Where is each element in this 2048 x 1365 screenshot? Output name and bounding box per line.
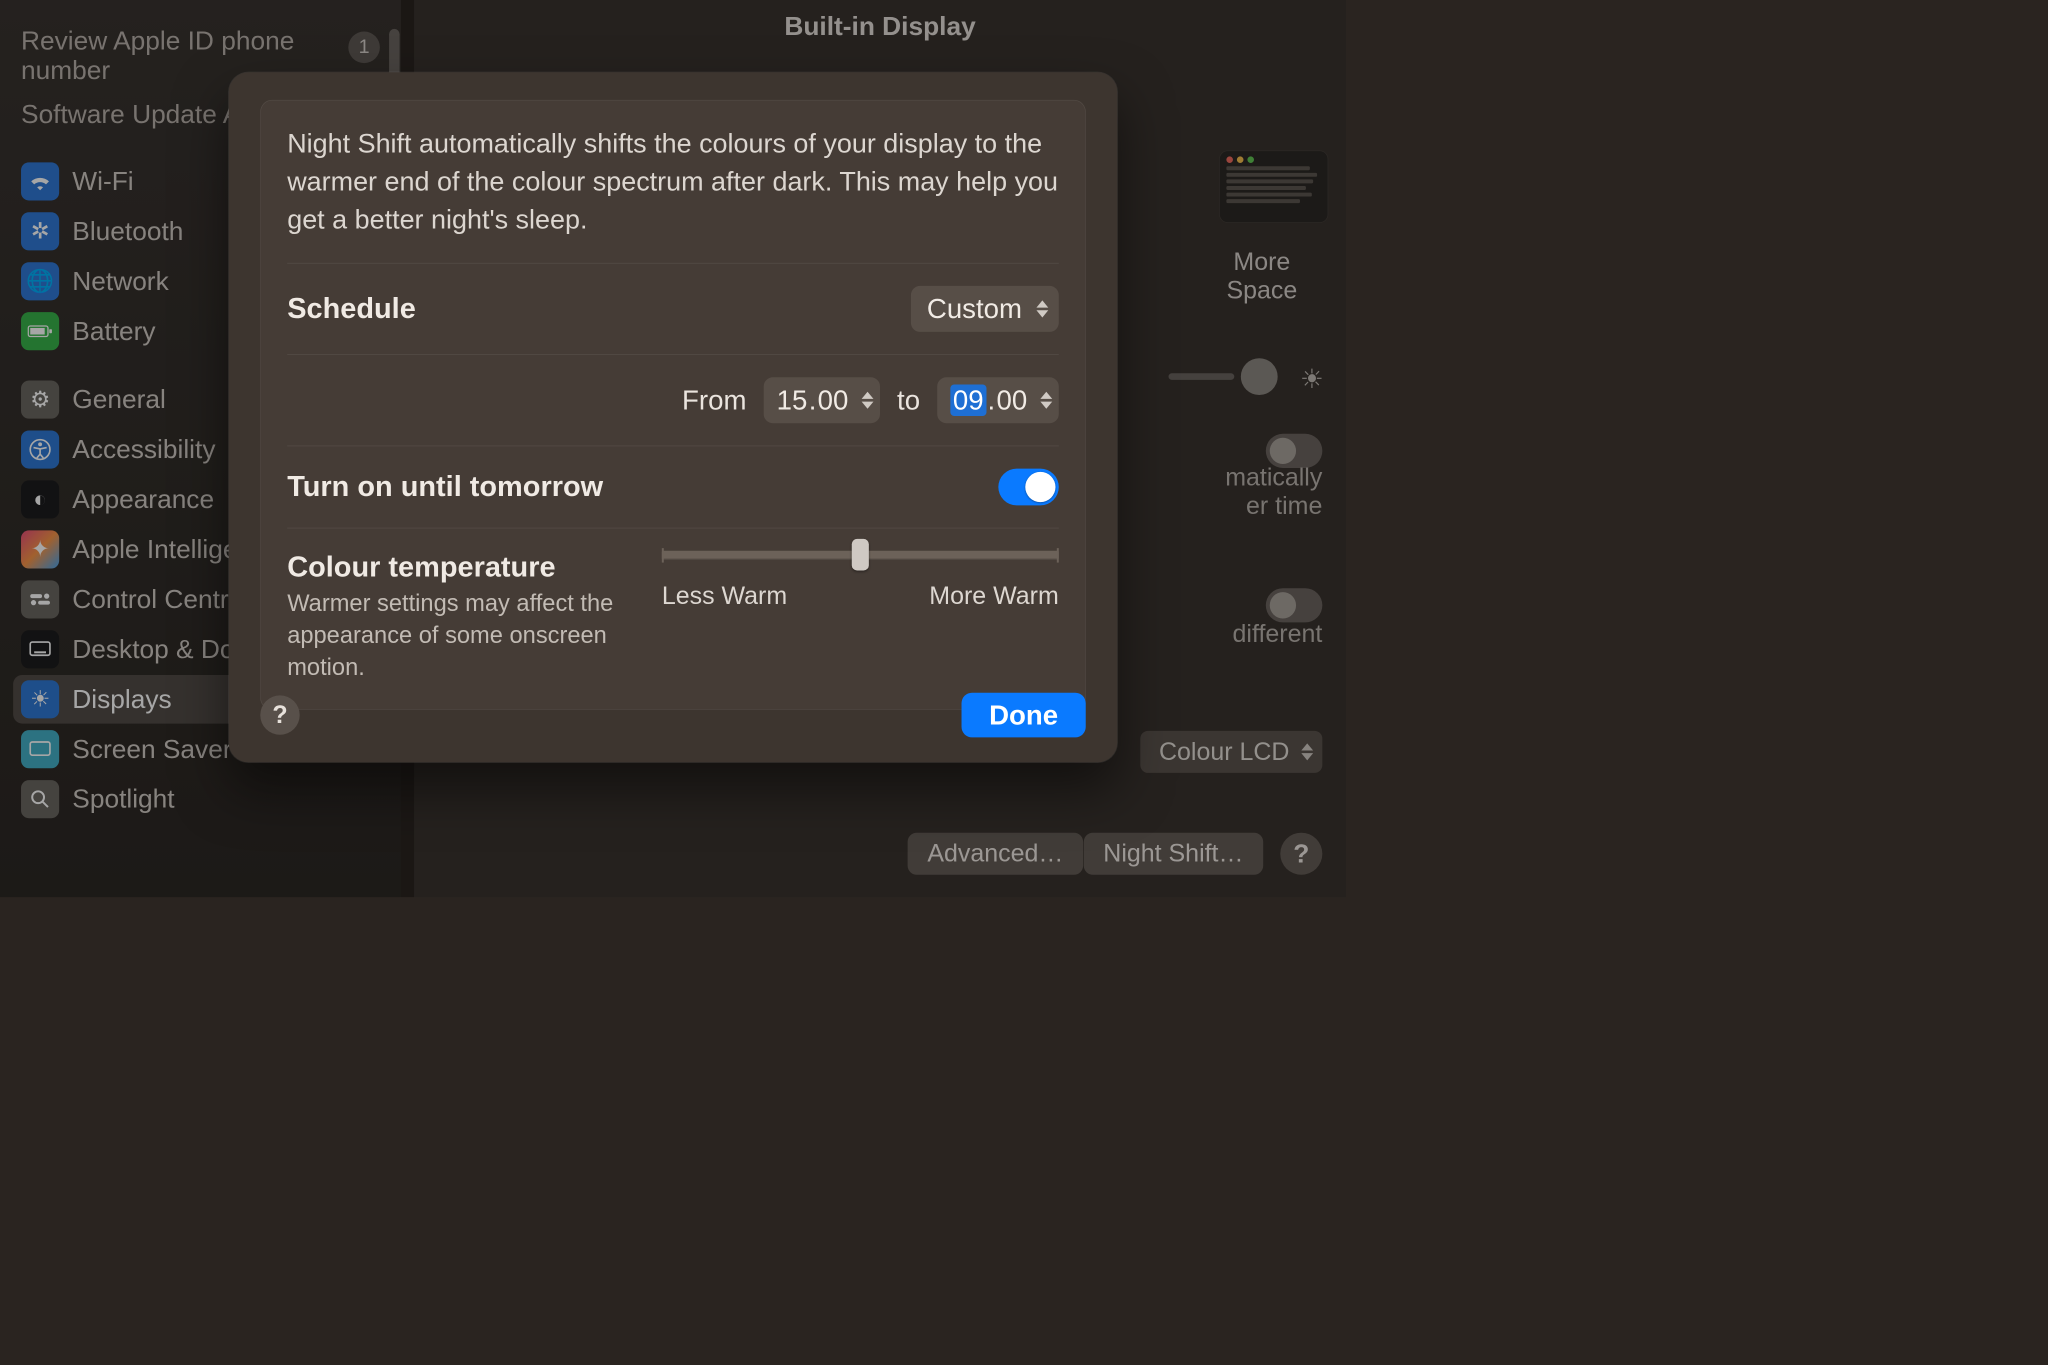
schedule-popup[interactable]: Custom [911, 286, 1059, 332]
night-shift-description: Night Shift automatically shifts the col… [287, 124, 1059, 263]
schedule-label: Schedule [287, 292, 416, 325]
to-minute: 00 [997, 384, 1028, 416]
temperature-sub: Warmer settings may affect the appearanc… [287, 587, 635, 683]
temperature-slider[interactable] [662, 551, 1059, 560]
temperature-label: Colour temperature [287, 551, 635, 584]
from-minute: 00 [818, 384, 849, 416]
from-hour: 15 [777, 384, 808, 416]
schedule-value: Custom [927, 293, 1022, 325]
sheet-help-button[interactable]: ? [260, 695, 299, 734]
stepper-arrows-icon [1040, 391, 1052, 408]
from-label: From [682, 384, 746, 416]
colour-temperature-row: Colour temperature Warmer settings may a… [287, 528, 1059, 683]
slider-max-label: More Warm [929, 582, 1059, 610]
temperature-slider-thumb[interactable] [852, 539, 869, 571]
turn-on-switch[interactable] [998, 468, 1058, 505]
button-label: Done [989, 699, 1058, 731]
sheet-footer: ? Done [260, 693, 1085, 738]
done-button[interactable]: Done [962, 693, 1086, 738]
stepper-arrows-icon [862, 391, 874, 408]
turn-on-row: Turn on until tomorrow [287, 446, 1059, 528]
schedule-time-row: From 15.00 to 09.00 [287, 355, 1059, 446]
popup-indicator-icon [1036, 300, 1048, 317]
from-time-stepper[interactable]: 15.00 [764, 377, 880, 423]
to-time-stepper[interactable]: 09.00 [937, 377, 1059, 423]
to-label: to [897, 384, 920, 416]
slider-min-label: Less Warm [662, 582, 787, 610]
to-hour: 09 [950, 384, 986, 416]
sheet-content-card: Night Shift automatically shifts the col… [260, 100, 1085, 710]
night-shift-sheet: Night Shift automatically shifts the col… [229, 72, 1118, 762]
schedule-row: Schedule Custom [287, 263, 1059, 354]
turn-on-label: Turn on until tomorrow [287, 470, 603, 503]
